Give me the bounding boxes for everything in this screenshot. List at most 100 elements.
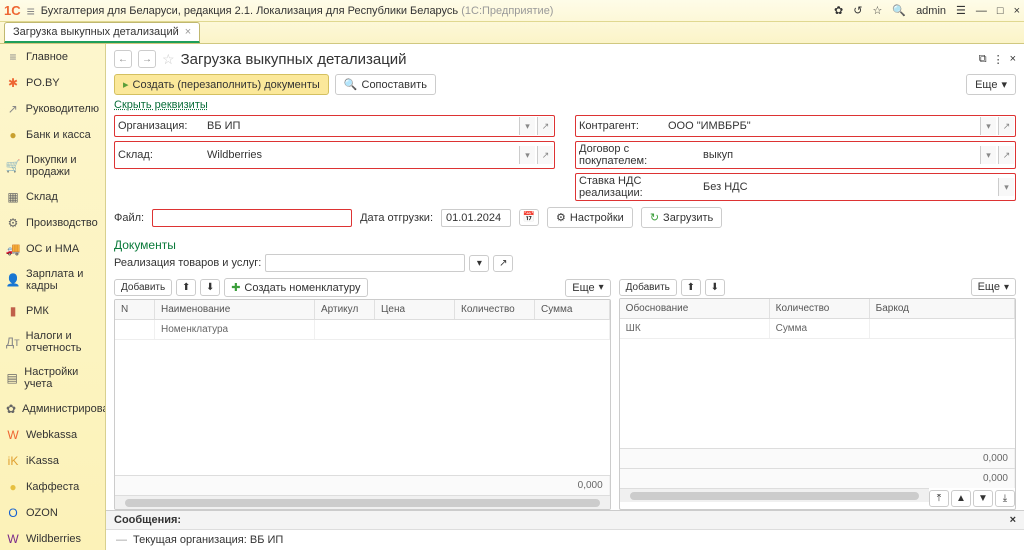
- hide-props-link[interactable]: Скрыть реквизиты: [106, 99, 1024, 115]
- right-panel: Добавить ⬆ ⬇ Еще ▾ Обоснование Количеств…: [619, 276, 1016, 510]
- sidebar-item[interactable]: WWebkassa: [0, 422, 105, 448]
- move-down-icon[interactable]: ⬇: [705, 279, 725, 296]
- page-toolbar: ▸Создать (перезаполнить) документы 🔍Сопо…: [106, 74, 1024, 99]
- sidebar-item[interactable]: WWildberries: [0, 526, 105, 550]
- tab-active[interactable]: Загрузка выкупных детализаций×: [4, 22, 200, 43]
- more-button[interactable]: Еще ▾: [565, 279, 610, 297]
- nav-fwd-button[interactable]: →: [138, 50, 156, 68]
- add-button[interactable]: Добавить: [619, 279, 677, 296]
- open-icon[interactable]: ↗: [998, 117, 1014, 135]
- file-input[interactable]: [152, 209, 352, 227]
- sidebar-item[interactable]: ●Банк и касса: [0, 122, 105, 148]
- content-area: ← → ☆ Загрузка выкупных детализаций ⧉ ⋮ …: [106, 44, 1024, 550]
- nav-up-icon[interactable]: ▲: [951, 490, 971, 507]
- open-icon[interactable]: ↗: [998, 146, 1014, 164]
- more-icon[interactable]: ⋮: [993, 53, 1004, 66]
- sidebar-item[interactable]: ДтНалоги и отчетность: [0, 324, 105, 360]
- move-up-icon[interactable]: ⬆: [681, 279, 701, 296]
- org-input[interactable]: [203, 117, 517, 135]
- title-bar: 1C ≡ Бухгалтерия для Беларуси, редакция …: [0, 0, 1024, 22]
- page-header: ← → ☆ Загрузка выкупных детализаций ⧉ ⋮ …: [106, 44, 1024, 74]
- sidebar-item[interactable]: OOZON: [0, 500, 105, 526]
- form-fields: Организация: ▾ ↗ Контрагент: ▾ ↗ Склад: …: [106, 115, 1024, 201]
- docs-section-title: Документы: [106, 234, 1024, 254]
- menu-dots-icon[interactable]: ☰: [956, 4, 966, 17]
- open-icon[interactable]: ↗: [537, 117, 553, 135]
- contract-input[interactable]: [699, 146, 978, 164]
- left-grid[interactable]: N Наименование Артикул Цена Количество С…: [114, 299, 611, 510]
- create-nomenclature-button[interactable]: ✚ Создать номенклатуру: [224, 278, 367, 297]
- load-button[interactable]: ↻ Загрузить: [641, 207, 722, 228]
- close-page-icon[interactable]: ×: [1010, 53, 1016, 66]
- close-icon[interactable]: ×: [1014, 5, 1020, 17]
- page-title: Загрузка выкупных детализаций: [181, 51, 407, 68]
- open-icon[interactable]: ↗: [537, 146, 553, 164]
- doc-type-row: Реализация товаров и услуг: ▾ ↗: [106, 254, 1024, 276]
- dropdown-icon[interactable]: ▾: [519, 117, 535, 135]
- vat-input[interactable]: [699, 178, 996, 196]
- nav-down-icon[interactable]: ▼: [973, 490, 993, 507]
- sidebar-item[interactable]: 👤Зарплата и кадры: [0, 262, 105, 298]
- window-controls: ✿ ↺ ☆ 🔍 admin ☰ — □ ×: [834, 4, 1020, 17]
- scrollbar[interactable]: [620, 488, 929, 502]
- sidebar-item[interactable]: ▮РМК: [0, 298, 105, 324]
- message-row: Текущая организация: ВБ ИП: [106, 530, 1024, 550]
- nav-back-button[interactable]: ←: [114, 50, 132, 68]
- create-docs-button[interactable]: ▸Создать (перезаполнить) документы: [114, 74, 329, 95]
- doc-type-combo[interactable]: [265, 254, 465, 272]
- popout-icon[interactable]: ⧉: [979, 53, 987, 66]
- settings-button[interactable]: ⚙ Настройки: [547, 207, 633, 228]
- right-grid[interactable]: Обоснование Количество Баркод ШК Сумма 0…: [619, 298, 1016, 510]
- scrollbar[interactable]: [115, 495, 610, 509]
- messages-panel: Сообщения: × Текущая организация: ВБ ИП: [106, 510, 1024, 550]
- search-icon[interactable]: 🔍: [892, 4, 906, 17]
- compare-button[interactable]: 🔍Сопоставить: [335, 74, 436, 95]
- menu-icon[interactable]: ≡: [27, 3, 35, 19]
- dropdown-icon[interactable]: ▾: [998, 178, 1014, 196]
- move-down-icon[interactable]: ⬇: [200, 279, 220, 296]
- file-label: Файл:: [114, 212, 144, 224]
- sidebar-item[interactable]: ▤Настройки учета: [0, 360, 105, 396]
- date-label: Дата отгрузки:: [360, 212, 433, 224]
- dropdown-icon[interactable]: ▾: [980, 146, 996, 164]
- vat-field: Ставка НДС реализации: ▾: [575, 173, 1016, 201]
- sidebar-item[interactable]: ●Каффеста: [0, 474, 105, 500]
- warehouse-input[interactable]: [203, 146, 517, 164]
- history-icon[interactable]: ↺: [853, 4, 862, 17]
- tab-close-icon[interactable]: ×: [185, 26, 191, 38]
- contractor-input[interactable]: [664, 117, 978, 135]
- calendar-icon[interactable]: 📅: [519, 209, 539, 226]
- dropdown-icon[interactable]: ▾: [980, 117, 996, 135]
- nav-first-icon[interactable]: ⤒: [929, 490, 949, 507]
- sidebar-item[interactable]: ✿Администрирование: [0, 396, 105, 422]
- star-icon[interactable]: ☆: [162, 51, 175, 68]
- dropdown-icon[interactable]: ▾: [519, 146, 535, 164]
- sidebar-item[interactable]: ≡Главное: [0, 44, 105, 70]
- move-up-icon[interactable]: ⬆: [176, 279, 196, 296]
- add-button[interactable]: Добавить: [114, 279, 172, 296]
- nav-last-icon[interactable]: ⤓: [995, 490, 1015, 507]
- favorite-icon[interactable]: ☆: [872, 4, 882, 17]
- more-button[interactable]: Еще ▾: [971, 278, 1016, 296]
- sidebar-item[interactable]: 🚚ОС и НМА: [0, 236, 105, 262]
- contract-field: Договор с покупателем: ▾ ↗: [575, 141, 1016, 169]
- date-input[interactable]: [441, 209, 511, 227]
- dropdown-icon[interactable]: ▾: [469, 255, 489, 272]
- app-title: Бухгалтерия для Беларуси, редакция 2.1. …: [41, 5, 828, 17]
- org-field: Организация: ▾ ↗: [114, 115, 555, 137]
- minimize-icon[interactable]: —: [976, 5, 987, 17]
- sidebar-item[interactable]: ⚙Производство: [0, 210, 105, 236]
- user-label: admin: [916, 5, 946, 17]
- sidebar-item[interactable]: ▦Склад: [0, 184, 105, 210]
- more-button[interactable]: Еще ▾: [966, 74, 1016, 95]
- warehouse-field: Склад: ▾ ↗: [114, 141, 555, 169]
- messages-title: Сообщения:: [114, 514, 181, 526]
- sidebar-item[interactable]: iKiKassa: [0, 448, 105, 474]
- messages-close-icon[interactable]: ×: [1010, 514, 1016, 526]
- open-icon[interactable]: ↗: [493, 255, 513, 272]
- sidebar-item[interactable]: ✱PO.BY: [0, 70, 105, 96]
- search-global-icon[interactable]: ✿: [834, 4, 843, 17]
- sidebar-item[interactable]: 🛒Покупки и продажи: [0, 148, 105, 184]
- maximize-icon[interactable]: □: [997, 5, 1004, 17]
- sidebar-item[interactable]: ↗Руководителю: [0, 96, 105, 122]
